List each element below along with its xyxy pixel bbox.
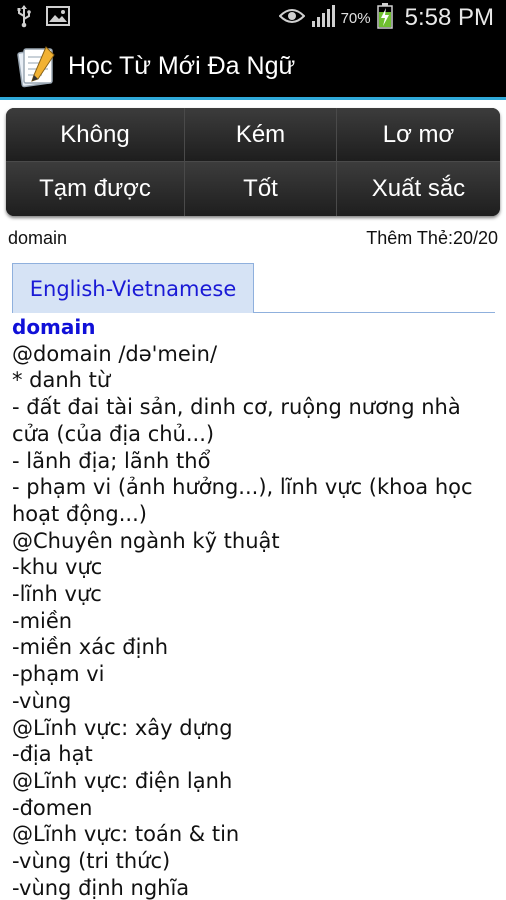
eye-icon [278, 8, 305, 28]
word-info-row: domain Thêm Thẻ:20/20 [8, 226, 498, 250]
entry-headword: domain [12, 315, 96, 339]
entry-line: -miền xác định [12, 635, 169, 660]
clock-time: 5:58 PM [404, 4, 494, 31]
image-icon [46, 6, 70, 30]
status-bar: 70% 5:58 PM [0, 0, 506, 36]
entry-line: @Lĩnh vực: xây dựng [12, 715, 233, 740]
entry-line: -vùng (tri thức) [12, 849, 171, 874]
dictionary-entry: domain @domain /də'mein/ * danh từ - đất… [12, 314, 500, 900]
entry-line: * danh từ [12, 368, 111, 393]
battery-charging-icon [376, 3, 393, 33]
notepad-icon[interactable] [16, 45, 56, 89]
entry-line: -miền [12, 608, 73, 633]
usb-icon [16, 4, 32, 32]
entry-line: @Lĩnh vực: toán & tin [12, 822, 240, 847]
entry-line: @Chuyên ngành kỹ thuật [12, 528, 280, 553]
tab-english-vietnamese[interactable]: English-Vietnamese [12, 263, 254, 313]
entry-line: @domain /də'mein/ [12, 341, 218, 366]
rate-excellent-button[interactable]: Xuất sắc [337, 162, 500, 216]
current-word: domain [8, 227, 68, 248]
rate-fair-button[interactable]: Tạm được [6, 162, 185, 216]
entry-line: -vùng định nghĩa [12, 875, 190, 900]
entry-line: - lãnh địa; lãnh thổ [12, 448, 211, 473]
rate-none-button[interactable]: Không [6, 108, 185, 162]
rate-good-button[interactable]: Tốt [185, 162, 337, 216]
entry-line: - phạm vi (ảnh hưởng...), lĩnh vực (khoa… [12, 475, 480, 526]
rate-vague-button[interactable]: Lơ mơ [337, 108, 500, 162]
card-counter: Thêm Thẻ:20/20 [366, 227, 498, 248]
app-title: Học Từ Mới Đa Ngữ [68, 52, 296, 80]
rate-poor-button[interactable]: Kém [185, 108, 337, 162]
rating-button-panel: Không Kém Lơ mơ Tạm được Tốt Xuất sắc [6, 108, 500, 216]
entry-line: -địa hạt [12, 742, 93, 767]
battery-percent: 70% [340, 9, 371, 27]
app-title-bar: Học Từ Mới Đa Ngữ [0, 36, 506, 100]
entry-line: -vùng [12, 688, 72, 713]
entry-line: -đomen [12, 795, 93, 820]
entry-line: @Lĩnh vực: điện lạnh [12, 768, 233, 793]
entry-line: -phạm vi [12, 662, 105, 687]
signal-icon [311, 5, 335, 31]
entry-line: -lĩnh vực [12, 582, 102, 607]
entry-line: - đất đai tài sản, dinh cơ, ruộng nương … [12, 395, 468, 446]
entry-line: -khu vực [12, 555, 103, 580]
